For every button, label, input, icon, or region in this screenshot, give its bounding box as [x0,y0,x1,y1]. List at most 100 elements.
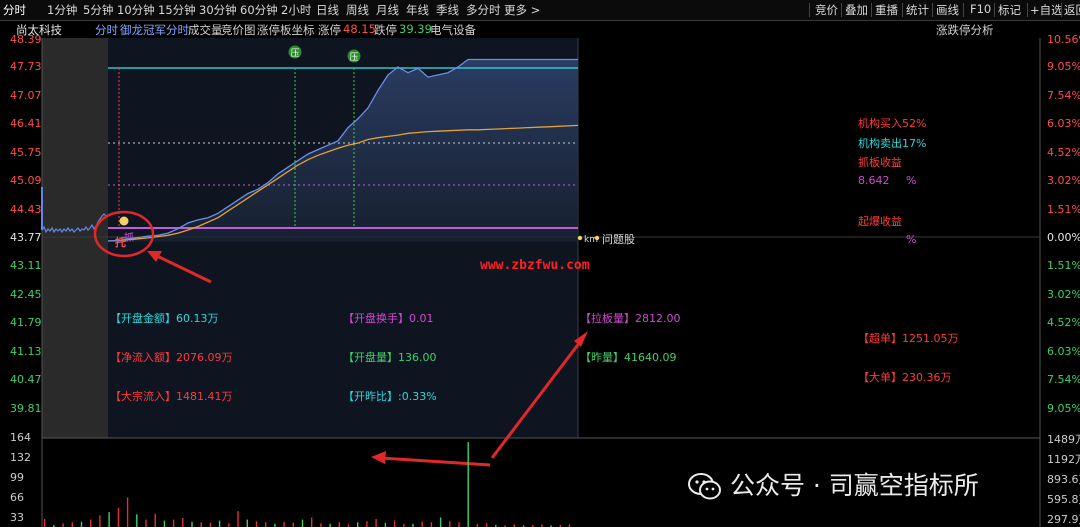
hand-cursor-icon [119,216,129,226]
volume-bars [44,442,571,527]
percent-tick: 0.00% [1047,231,1080,244]
price-tick: 46.41 [10,117,42,130]
percent-tick: 9.05% [1047,402,1080,415]
price-tick: 40.47 [10,373,42,386]
site-watermark: www.zbzfwu.com [480,258,590,273]
percent-tick: 1.51% [1047,259,1080,272]
break-profit-label: 起爆收益 [858,215,902,228]
volume-bar [126,497,129,527]
volume-bar [182,518,184,527]
super-order: 【超单】1251.05万 [858,332,959,345]
volume-bar [136,514,138,527]
volume-amount-tick: 1489万 [1047,433,1080,446]
volume-bar [163,520,166,527]
inst-sell-text: 机构卖出17% [858,137,927,150]
volume-bar [44,519,46,527]
arrow-head-3 [371,451,386,464]
volume-bar [265,522,267,527]
price-tick: 44.43 [10,203,42,216]
volume-bar [71,522,73,527]
percent-tick: 6.03% [1047,345,1080,358]
volume-bar [246,519,248,527]
volume-bar [191,521,193,527]
volume-bar [458,522,460,527]
volume-bar [375,519,377,527]
problem-dot [577,235,583,241]
price-tick: 47.73 [10,60,42,73]
percent-tick: 7.54% [1047,373,1080,386]
net-inflow: 【净流入额】2076.09万 [110,351,233,364]
volume-bar [80,521,83,527]
percent-tick: 10.56% [1047,33,1080,46]
limit-tag-1-text: 压 [290,48,299,59]
open-amount: 【开盘金额】60.13万 [110,312,219,325]
pre-market-shade [42,38,108,438]
volume-tick: 164 [10,431,31,444]
account-name: 公众号 · 司赢空指标所 [729,471,979,500]
board-profit-unit: % [906,174,917,187]
volume-bar [439,517,442,527]
volume-bar [99,515,101,527]
price-tick: 41.79 [10,316,42,329]
volume-amount-tick: 297.9万 [1047,513,1080,526]
limit-tag-2-text: 压 [349,52,358,63]
volume-bar [228,523,230,527]
volume-bar [117,507,120,527]
volume-bar [338,522,340,527]
big-order: 【大单】230.36万 [858,371,952,384]
volume-bar [449,521,451,527]
volume-bar [200,522,202,527]
volume-bar [154,513,156,527]
arrow-line-3 [380,456,491,467]
price-tick: 42.45 [10,288,42,301]
wechat-watermark: 公众号 · 司赢空指标所 [688,466,1048,504]
volume-bar [292,522,294,527]
volume-bar [421,521,423,527]
volume-amount-tick: 893.6万 [1047,473,1080,486]
volume-bar [90,519,92,527]
volume-tick: 132 [10,451,31,464]
price-tick: 48.39 [10,33,42,46]
percent-tick: 6.03% [1047,117,1080,130]
percent-tick: 3.02% [1047,174,1080,187]
open-volume: 【开盘量】136.00 [343,351,437,364]
price-tick: 45.09 [10,174,42,187]
price-tick: 41.13 [10,345,42,358]
inst-buy-text: 机构买入52% [858,117,927,130]
volume-bar [145,519,147,527]
board-profit-label: 抓板收益 [858,156,902,169]
percent-tick: 7.54% [1047,89,1080,102]
grab-tag: 抓 [124,231,134,244]
problem-dot [594,235,600,241]
volume-bar [366,521,368,527]
volume-amount-tick: 1192万 [1047,453,1080,466]
break-profit-unit: % [906,233,917,246]
volume-bar [485,523,488,527]
volume-bar [357,522,359,527]
volume-bar [393,520,396,527]
price-tick: 39.81 [10,402,42,415]
problem-stock-label: 问题股 [602,233,635,246]
volume-bar [237,511,239,527]
pull-volume: 【拉板量】2812.00 [580,312,681,325]
volume-bar [172,519,175,527]
volume-bar [62,523,64,527]
open-turnover: 【开盘换手】0.01 [343,312,434,325]
volume-bar [108,512,110,527]
volume-tick: 66 [10,491,24,504]
price-chart: 压 压 托 抓 km 问题股 www.zbzfwu.com [41,38,1041,527]
percent-tick: 9.05% [1047,60,1080,73]
volume-bar [209,522,212,527]
price-tick: 47.07 [10,89,42,102]
volume-bar [467,442,469,527]
volume-bar [320,523,322,527]
open-prev-ratio: 【开昨比】:0.33% [343,390,437,403]
volume-bar [311,517,313,527]
percent-tick: 3.02% [1047,288,1080,301]
price-tick: 45.75 [10,146,42,159]
price-tick: 43.77 [10,231,42,244]
volume-bar [384,522,387,527]
percent-tick: 4.52% [1047,146,1080,159]
volume-tick: 99 [10,471,24,484]
percent-tick: 4.52% [1047,316,1080,329]
